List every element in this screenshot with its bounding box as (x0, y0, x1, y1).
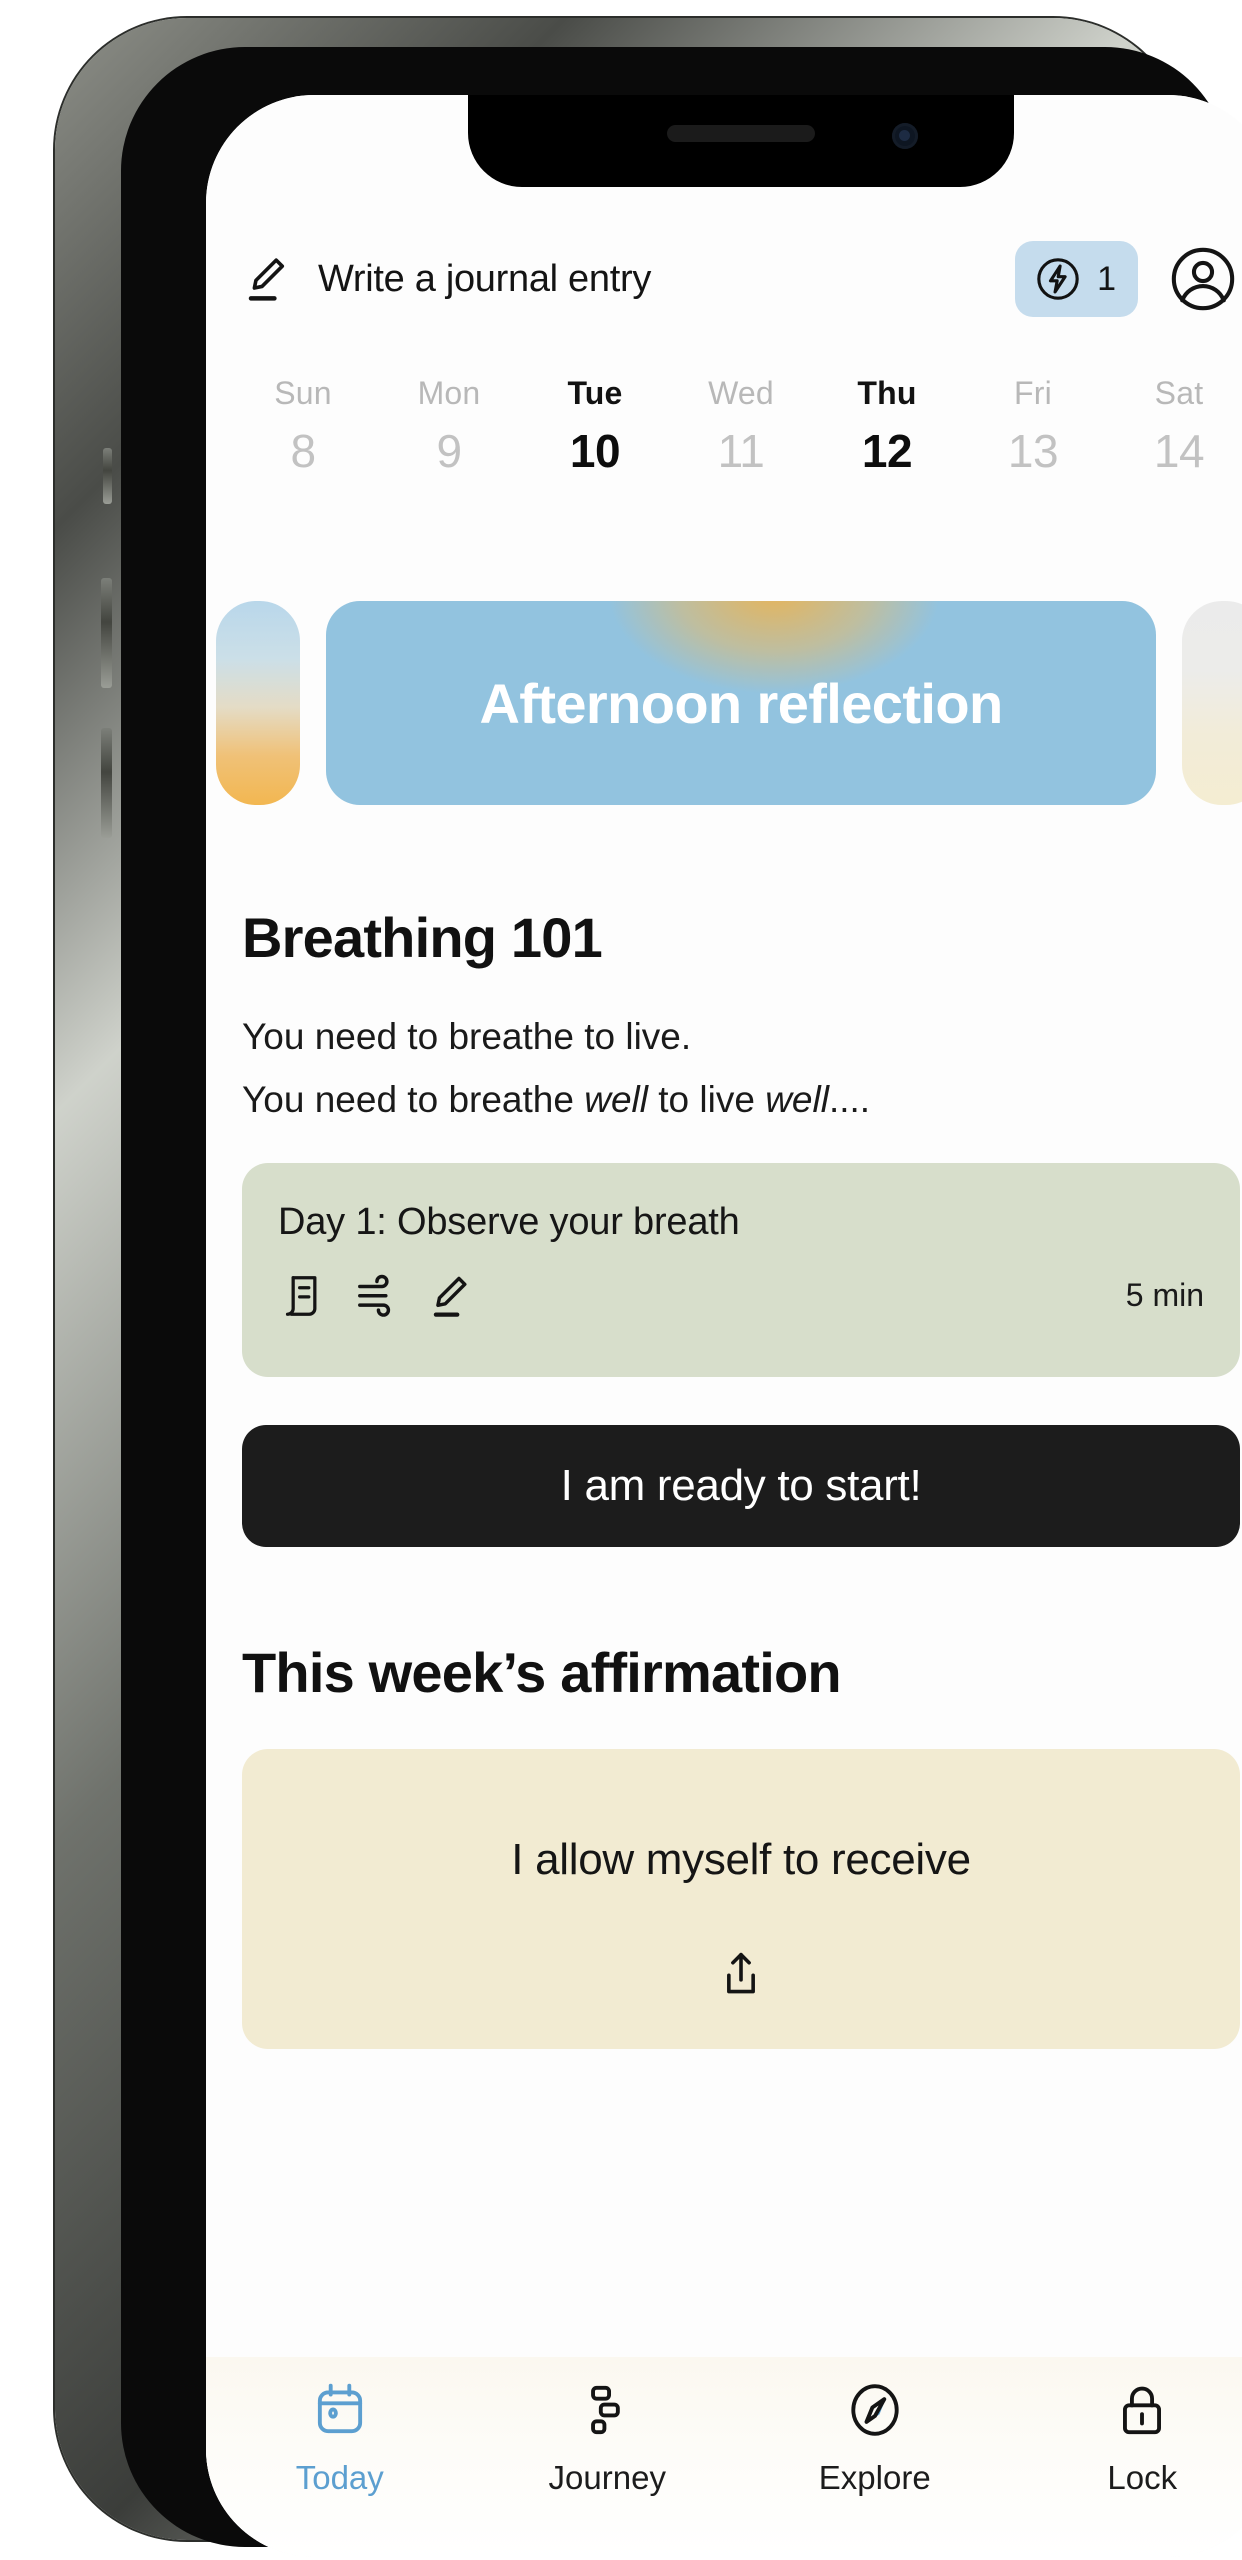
affirmation-text: I allow myself to receive (511, 1835, 971, 1884)
app-content: Write a journal entry 1 Sun 8 Mon 9 Tue … (206, 95, 1242, 2557)
week-day-mon[interactable]: Mon 9 (376, 375, 522, 478)
blocks-icon (576, 2379, 638, 2441)
start-lesson-button[interactable]: I am ready to start! (242, 1425, 1240, 1547)
desc-text-b: to live (647, 1079, 766, 1120)
write-journal-entry-button[interactable]: Write a journal entry (242, 252, 1015, 306)
weekday-label: Mon (417, 375, 481, 411)
volume-down-button[interactable] (101, 728, 112, 838)
tab-today[interactable]: Today (206, 2379, 474, 2497)
screenshot-stage: Write a journal entry 1 Sun 8 Mon 9 Tue … (0, 0, 1242, 2560)
bottom-tab-bar: Today Journey Explore Lock (206, 2357, 1242, 2557)
affirmation-card[interactable]: I allow myself to receive (242, 1749, 1240, 2049)
weekday-number: 13 (1007, 425, 1059, 477)
compass-icon (844, 2379, 906, 2441)
affirmation-section-title: This week’s affirmation (242, 1641, 842, 1704)
phone-bezel: Write a journal entry 1 Sun 8 Mon 9 Tue … (121, 47, 1242, 2557)
pencil-icon (426, 1270, 478, 1322)
carousel-card-previous[interactable] (216, 601, 300, 805)
weekday-label: Tue (567, 375, 623, 411)
day-lesson-card[interactable]: Day 1: Observe your breath 5 min (242, 1163, 1240, 1377)
carousel-card-current[interactable]: Afternoon reflection (326, 601, 1156, 805)
weekday-number: 12 (861, 425, 913, 477)
carousel-card-next[interactable] (1182, 601, 1242, 805)
pencil-icon (242, 252, 296, 306)
share-upload-icon[interactable] (714, 1947, 768, 2001)
week-day-tue[interactable]: Tue 10 (522, 375, 668, 478)
streak-badge[interactable]: 1 (1015, 241, 1138, 317)
weekday-label: Fri (1014, 375, 1052, 411)
app-header: Write a journal entry 1 (206, 233, 1242, 325)
front-camera-icon (892, 123, 918, 149)
desc-text-a: You need to breathe (242, 1079, 585, 1120)
tab-lock-label: Lock (1107, 2459, 1178, 2496)
earpiece-speaker (667, 125, 815, 142)
breath-wind-icon (352, 1270, 404, 1322)
lightning-bolt-icon (1033, 254, 1083, 304)
breathing-section-title: Breathing 101 (242, 906, 603, 969)
weekday-number: 14 (1153, 425, 1205, 477)
tab-today-label: Today (295, 2459, 384, 2496)
tab-lock[interactable]: Lock (1009, 2379, 1242, 2497)
write-entry-label: Write a journal entry (318, 257, 652, 300)
account-circle-icon[interactable] (1168, 244, 1238, 314)
tab-journey-label: Journey (548, 2459, 666, 2496)
weekday-label: Sun (274, 375, 332, 411)
weekday-number: 11 (717, 425, 765, 477)
volume-up-button[interactable] (101, 578, 112, 688)
weekday-number: 9 (436, 425, 462, 477)
weekday-number: 8 (290, 425, 316, 477)
breathing-description: You need to breathe to live. You need to… (242, 1005, 870, 1131)
phone-frame: Write a journal entry 1 Sun 8 Mon 9 Tue … (55, 18, 1242, 2557)
desc-emphasis-2: well (765, 1079, 829, 1120)
weekday-number: 10 (569, 425, 621, 477)
weekday-label: Sat (1154, 375, 1204, 411)
day-lesson-duration: 5 min (1125, 1277, 1204, 1313)
breathing-desc-line-1: You need to breathe to live. (242, 1016, 692, 1057)
tab-explore-label: Explore (818, 2459, 931, 2496)
week-day-wed[interactable]: Wed 11 (668, 375, 814, 478)
week-day-sun[interactable]: Sun 8 (230, 375, 376, 478)
desc-emphasis-1: well (584, 1079, 648, 1120)
start-lesson-label: I am ready to start! (560, 1461, 922, 1510)
week-strip: Sun 8 Mon 9 Tue 10 Wed 11 Thu 12 Fri 13 … (230, 375, 1242, 478)
tab-journey[interactable]: Journey (474, 2379, 742, 2497)
reflection-carousel[interactable]: Afternoon reflection (206, 595, 1242, 811)
desc-text-c: .... (828, 1079, 871, 1120)
device-notch (468, 95, 1014, 187)
article-icon (278, 1270, 330, 1322)
breathing-desc-line-2: You need to breathe well to live well...… (242, 1068, 870, 1131)
week-day-sat[interactable]: Sat 14 (1106, 375, 1242, 478)
day-lesson-meta-row: 5 min (278, 1270, 1204, 1322)
week-day-fri[interactable]: Fri 13 (960, 375, 1106, 478)
day-lesson-icons (278, 1270, 478, 1322)
weekday-label: Thu (857, 375, 917, 411)
calendar-icon (309, 2379, 371, 2441)
padlock-icon (1111, 2379, 1173, 2441)
phone-screen: Write a journal entry 1 Sun 8 Mon 9 Tue … (206, 95, 1242, 2557)
weekday-label: Wed (708, 375, 774, 411)
day-lesson-title: Day 1: Observe your breath (278, 1201, 740, 1243)
streak-count: 1 (1097, 259, 1116, 298)
week-day-thu[interactable]: Thu 12 (814, 375, 960, 478)
silent-switch[interactable] (103, 448, 112, 504)
tab-explore[interactable]: Explore (741, 2379, 1009, 2497)
carousel-card-title: Afternoon reflection (479, 671, 1003, 735)
